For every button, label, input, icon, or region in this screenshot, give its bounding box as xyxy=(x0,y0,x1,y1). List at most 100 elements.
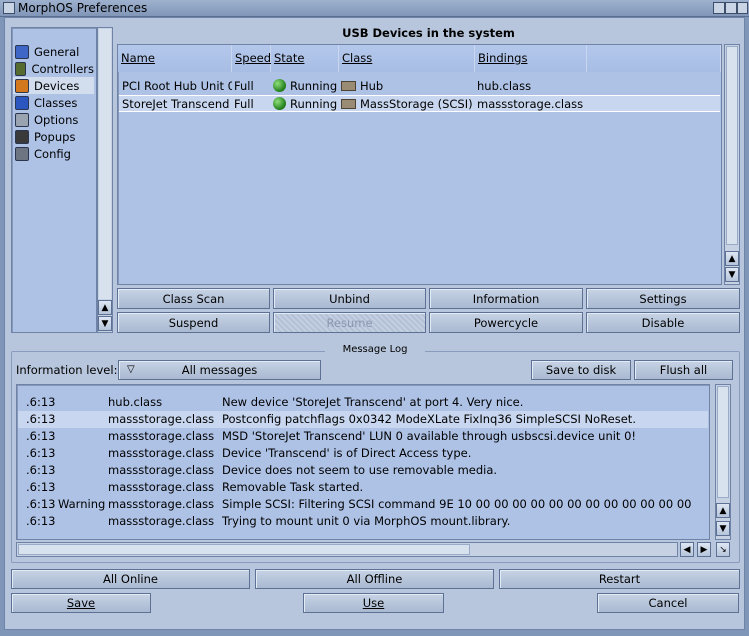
zoom-gadget-icon[interactable] xyxy=(725,2,737,14)
log-source: massstorage.class xyxy=(108,412,215,426)
sidebar-scroll-knob[interactable] xyxy=(99,29,111,299)
unbind-button[interactable]: Unbind xyxy=(273,288,426,309)
scroll-left-icon[interactable]: ◀ xyxy=(680,542,694,557)
log-scroll-knob[interactable] xyxy=(717,386,729,498)
scroll-down-icon[interactable]: ▼ xyxy=(98,316,112,331)
all-online-button[interactable]: All Online xyxy=(11,569,250,589)
log-row[interactable]: .6:13 massstorage.class Device 'Transcend'… xyxy=(18,445,708,462)
sidebar-scrollbar[interactable]: ▲ ▼ xyxy=(97,27,113,333)
sidebar-item-label: Controllers xyxy=(31,61,94,76)
sidebar-item-label: Options xyxy=(34,112,79,127)
message-log-list[interactable]: .6:13 hub.class New device 'StoreJet Trans… xyxy=(16,384,710,540)
all-offline-button[interactable]: All Offline xyxy=(255,569,494,589)
cell-state: Running xyxy=(273,78,339,95)
column-header-name[interactable]: Name xyxy=(118,45,232,72)
log-message: Removable Task started. xyxy=(222,480,364,494)
table-row[interactable]: StoreJet Transcend Full Running MassStorage… xyxy=(119,95,720,112)
cancel-button[interactable]: Cancel xyxy=(597,593,739,613)
depth-gadget-icon[interactable] xyxy=(737,2,748,14)
log-row[interactable]: .6:13 massstorage.class Postconfig patchfl… xyxy=(18,411,708,428)
settings-button[interactable]: Settings xyxy=(586,288,740,309)
log-source: massstorage.class xyxy=(108,497,215,511)
controllers-icon xyxy=(15,61,27,76)
message-log-title: Message Log xyxy=(325,344,425,357)
cell-text: Full xyxy=(234,79,254,93)
log-time: .6:13 xyxy=(26,429,56,443)
sidebar-item-popups[interactable]: Popups xyxy=(13,128,94,145)
scroll-up-icon[interactable]: ▲ xyxy=(716,503,730,518)
log-message: Device does not seem to use removable me… xyxy=(222,463,498,477)
class-scan-button[interactable]: Class Scan xyxy=(117,288,270,309)
cell-class: Hub xyxy=(341,78,475,95)
log-time: .6:13 xyxy=(26,514,56,528)
save-button[interactable]: Save xyxy=(11,593,151,613)
window-titlebar[interactable]: MorphOS Preferences xyxy=(0,0,749,17)
log-row[interactable]: .6:13 massstorage.class Removable Task sta… xyxy=(18,479,708,496)
devices-table[interactable]: Name Speed State Class Bindings PCI Root… xyxy=(117,44,722,285)
log-resize-icon[interactable]: ↘ xyxy=(716,542,730,557)
iconify-gadget-icon[interactable] xyxy=(713,2,725,14)
options-icon xyxy=(15,112,29,127)
sidebar-item-controllers[interactable]: Controllers xyxy=(13,60,94,77)
column-header-bindings[interactable]: Bindings xyxy=(475,45,587,72)
log-row[interactable]: .6:13 massstorage.class Device does not se… xyxy=(18,462,708,479)
device-class-icon xyxy=(341,99,356,109)
cell-text: massstorage.class xyxy=(477,97,584,111)
sidebar-item-devices[interactable]: Devices xyxy=(13,77,94,94)
log-row[interactable]: .6:13 Warning massstorage.class Simple SCSI… xyxy=(18,496,708,513)
devices-icon xyxy=(15,78,29,93)
sidebar-item-label: Popups xyxy=(34,129,76,144)
scroll-right-icon[interactable]: ▶ xyxy=(697,542,711,557)
running-status-icon xyxy=(273,79,286,92)
log-row[interactable]: .6:13 massstorage.class MSD 'StoreJet Tran… xyxy=(18,428,708,445)
log-scrollbar[interactable]: ▲ ▼ xyxy=(715,384,731,540)
log-horizontal-scrollbar[interactable] xyxy=(16,542,678,557)
information-level-value: All messages xyxy=(181,363,258,377)
running-status-icon xyxy=(273,97,286,110)
log-row[interactable]: .6:13 massstorage.class Trying to mount un… xyxy=(18,513,708,530)
restart-button[interactable]: Restart xyxy=(499,569,740,589)
save-to-disk-button[interactable]: Save to disk xyxy=(531,360,631,380)
cell-text: hub.class xyxy=(477,79,532,93)
log-source: massstorage.class xyxy=(108,514,215,528)
classes-icon xyxy=(15,95,29,110)
sidebar-item-general[interactable]: General xyxy=(13,43,94,60)
powercycle-button[interactable]: Powercycle xyxy=(429,312,583,333)
cell-text: MassStorage (SCSI) xyxy=(360,97,473,111)
sidebar-item-classes[interactable]: Classes xyxy=(13,94,94,111)
devices-scroll-knob[interactable] xyxy=(726,46,738,245)
scroll-up-icon[interactable]: ▲ xyxy=(725,251,739,266)
information-level-cycle[interactable]: ▽ All messages xyxy=(118,360,321,380)
log-message: Simple SCSI: Filtering SCSI command 9E 1… xyxy=(222,497,692,511)
sidebar-item-label: Classes xyxy=(34,95,78,110)
disable-button[interactable]: Disable xyxy=(586,312,740,333)
log-hscroll-knob[interactable] xyxy=(18,544,470,555)
log-level: Warning xyxy=(58,497,106,511)
scroll-up-icon[interactable]: ▲ xyxy=(98,300,112,315)
column-header-filler xyxy=(587,45,721,72)
log-source: massstorage.class xyxy=(108,446,215,460)
cell-state: Running xyxy=(273,96,339,113)
log-row[interactable]: .6:13 hub.class New device 'StoreJet Trans… xyxy=(18,394,708,411)
resume-button[interactable]: Resume xyxy=(273,312,426,333)
column-header-state[interactable]: State xyxy=(271,45,339,72)
scroll-down-icon[interactable]: ▼ xyxy=(716,521,730,536)
cell-name: StoreJet Transcend xyxy=(122,96,232,113)
suspend-button[interactable]: Suspend xyxy=(117,312,270,333)
column-header-class[interactable]: Class xyxy=(339,45,475,72)
devices-scrollbar[interactable]: ▲ ▼ xyxy=(724,44,740,285)
log-time: .6:13 xyxy=(26,497,56,511)
close-gadget-icon[interactable] xyxy=(3,2,15,14)
scroll-down-icon[interactable]: ▼ xyxy=(725,267,739,282)
log-source: massstorage.class xyxy=(108,480,215,494)
column-header-speed[interactable]: Speed xyxy=(232,45,271,72)
use-button[interactable]: Use xyxy=(303,593,444,613)
cycle-icon: ▽ xyxy=(127,364,135,375)
information-button[interactable]: Information xyxy=(429,288,583,309)
devices-heading: USB Devices in the system xyxy=(342,26,515,40)
table-row[interactable]: PCI Root Hub Unit 0 Full Running Hub hub.cla… xyxy=(119,78,720,95)
sidebar-item-options[interactable]: Options xyxy=(13,111,94,128)
sidebar-item-config[interactable]: Config xyxy=(13,145,94,162)
sidebar-list[interactable]: General Controllers Devices Classes Options P… xyxy=(11,27,97,333)
flush-all-button[interactable]: Flush all xyxy=(634,360,733,380)
